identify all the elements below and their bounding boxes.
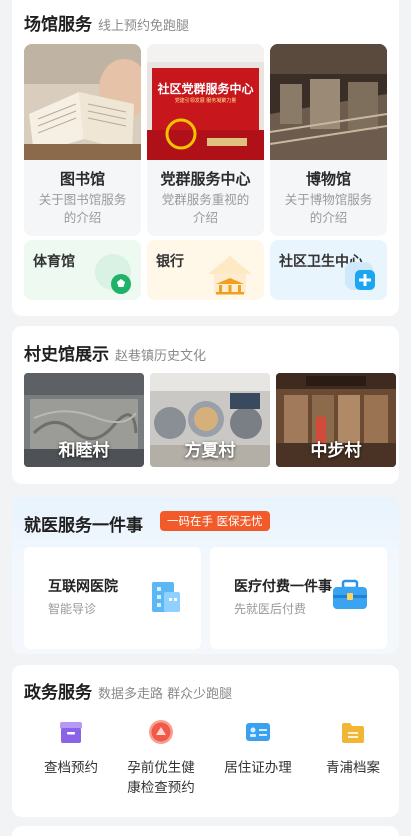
village-history-title: 村史馆展示 赵巷镇历史文化 [24,345,207,365]
party-center-photo-sign: 社区党群服务中心 [157,82,254,96]
gov-item-archive-appointment[interactable]: 查档预约 [26,719,116,778]
medical-payment-title: 医疗付费一件事 [234,579,332,595]
facility-gym[interactable]: 体育馆 [24,240,141,300]
medical-plus-icon [345,262,375,290]
gov-services-subtitle: 数据多走路 群众少跑腿 [98,687,233,702]
venue-services-title: 场馆服务 线上预约免跑腿 [24,15,190,35]
village-zhongbu[interactable]: 中步村 [276,373,396,467]
football-icon [95,254,131,294]
gov-services-title: 政务服务 数据多走路 群众少跑腿 [24,683,233,703]
venue-museum[interactable]: 博物馆 关于博物馆服务的介绍 [270,44,387,236]
venue-museum-name: 博物馆 [305,170,351,188]
venue-party-center[interactable]: 社区党群服务中心 党建引领发展 服务凝聚力量 党群服务中心 党群服务重视的介绍 [147,44,264,236]
folder-icon [342,723,364,743]
hospital-building-icon [152,582,180,612]
venue-party-center-name: 党群服务中心 [160,170,251,188]
village-fangxia[interactable]: 方夏村 [150,373,270,467]
village-hemu-name: 和睦村 [58,441,110,461]
gov-item-residence-permit-label: 居住证办理 [224,760,292,776]
venue-library-name: 图书馆 [59,170,105,188]
archive-box-icon [60,722,82,743]
village-history-card: 村史馆展示 赵巷镇历史文化 和睦村 方夏村 中步村 [12,326,399,484]
medical-services-title: 就医服务一件事 [24,516,143,536]
medical-kit-icon [333,579,367,609]
village-fangxia-name: 方夏村 [184,441,236,461]
gov-item-qingpu-archives-label: 青浦档案 [326,760,380,776]
venue-library-desc: 关于图书馆服务的介绍 [38,192,127,225]
medical-services-badge: 一码在手 医保无忧 [160,511,270,531]
gov-item-qingpu-archives[interactable]: 青浦档案 [308,719,398,778]
bottom-card-edge [12,826,399,836]
gov-item-archive-appointment-label: 查档预约 [44,760,98,776]
gov-item-pregnancy-check-label: 孕前优生健 康检查预约 [127,760,195,796]
venue-services-card: 场馆服务 线上预约免跑腿 图书馆 关于图书馆服务的介绍 社区党群服务中心 党建引… [12,0,399,316]
internet-hospital-title: 互联网医院 [48,579,118,595]
venue-museum-desc: 关于博物馆服务的介绍 [284,192,373,225]
party-center-photo-subsign: 党建引领发展 服务凝聚力量 [174,98,237,104]
id-card-icon [246,723,270,741]
gov-services-card: 政务服务数据多走路 群众少跑腿 查档预约 孕前优生健 康检查预约 居住证办理 [12,665,399,817]
facility-bank[interactable]: 银行 [147,240,264,300]
health-check-icon [149,720,173,744]
gov-item-pregnancy-check[interactable]: 孕前优生健 康检查预约 [116,719,206,798]
venue-services-subtitle: 线上预约免跑腿 [98,19,190,34]
medical-payment-card[interactable]: 医疗付费一件事 先就医后付费 [210,547,387,649]
bank-icon [208,256,252,295]
facility-bank-label: 银行 [156,254,184,270]
village-hemu[interactable]: 和睦村 [24,373,144,467]
venue-party-center-desc: 党群服务重视的介绍 [161,192,250,225]
medical-services-card: 就医服务一件事 一码在手 医保无忧 互联网医院 智能导诊 医疗付费一件事 先就医… [12,497,399,654]
gov-item-residence-permit[interactable]: 居住证办理 [213,719,303,778]
facility-health-center[interactable]: 社区卫生中心 [270,240,387,300]
museum-photo [270,44,387,160]
facility-gym-label: 体育馆 [33,254,75,270]
medical-payment-subtitle: 先就医后付费 [234,602,307,616]
internet-hospital-card[interactable]: 互联网医院 智能导诊 [24,547,201,649]
internet-hospital-subtitle: 智能导诊 [48,602,97,616]
village-history-subtitle: 赵巷镇历史文化 [115,349,207,364]
venue-library[interactable]: 图书馆 关于图书馆服务的介绍 [24,44,141,236]
library-photo [24,44,141,160]
village-zhongbu-name: 中步村 [310,441,362,461]
